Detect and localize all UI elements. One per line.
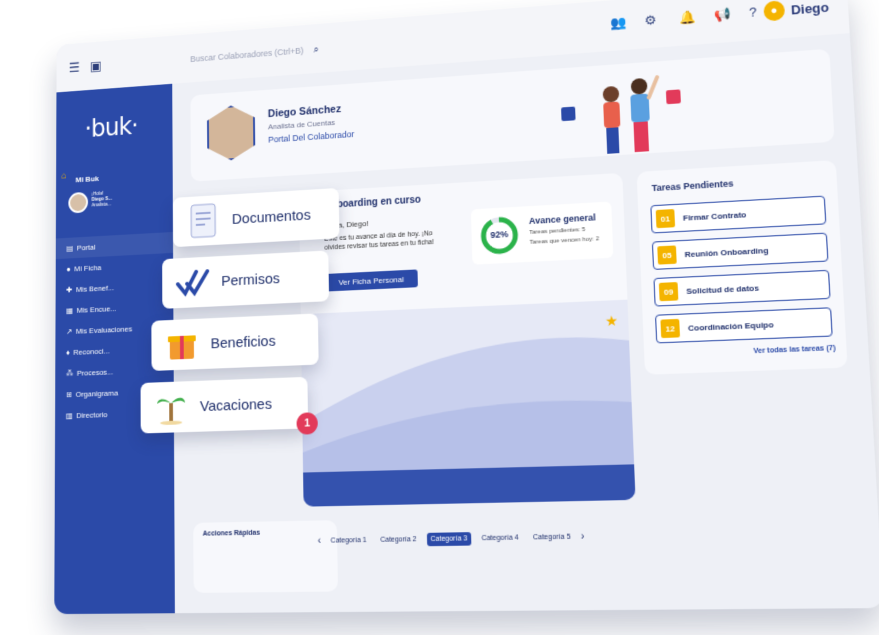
org-chart-icon: ⊞ [65,389,73,399]
gear-icon[interactable]: ⚙ [644,12,657,29]
shortcut-label: Beneficios [210,332,276,352]
category-tabs: ‹ Categoría 1 Categoría 2 Categoría 3 Ca… [318,530,585,548]
search-bar[interactable]: ⌕ [190,38,357,68]
shortcut-documentos[interactable]: Documentos [172,187,340,248]
person-icon: ● [66,264,71,274]
shortcut-label: Documentos [231,206,311,228]
avatar [68,191,89,214]
shortcut-label: Permisos [221,269,280,290]
chart-icon: ↗ [66,326,73,336]
chevron-left-icon[interactable]: ‹ [318,536,321,547]
dashboard-stage: ☰ ▣ ⌕ 👥 ⚙ 🔔 📢 ? ● Diego ·buk· ⌂ Mi Buk [54,0,879,615]
tab-category-3[interactable]: Categoría 3 [426,532,472,547]
view-profile-button[interactable]: Ver Ficha Personal [324,269,418,292]
progress-summary: 92% Avance general Tareas pendientes: 5 … [470,201,614,265]
portal-link[interactable]: Portal Del Colaborador [268,129,354,144]
onboarding-card: Onboarding en curso ¡Hola, Diego! Este e… [298,172,636,507]
greeting-body: Este es tu avance al día de hoy. ¡No olv… [324,230,435,252]
quick-actions-panel: Acciones Rápidas [193,520,339,593]
gift-icon: ✚ [66,285,73,294]
star-icon: ★ [604,312,619,330]
search-input[interactable] [190,45,310,64]
tab-category-4[interactable]: Categoría 4 [477,531,523,545]
sidebar-item-label: Mis Encue... [76,303,117,315]
shortcut-beneficios[interactable]: Beneficios [151,313,319,371]
sidebar-item-label: Organigrama [75,388,119,399]
directory-icon: ▥ [65,410,73,420]
trophy-icon: ♦ [66,347,70,357]
buk-logo[interactable]: ·buk· [85,112,138,143]
onboarding-banner [300,299,636,507]
task-item[interactable]: 09 Solicitud de datos [653,269,831,307]
survey-icon: ▦ [66,305,74,315]
palm-tree-icon [150,384,193,430]
task-label: Solicitud de datos [686,282,760,296]
task-item[interactable]: 05 Reunión Onboarding [651,232,829,270]
sidebar-item-label: Procesos... [76,367,114,378]
tasks-title: Tareas Pendientes [651,178,734,194]
megaphone-icon[interactable]: 📢 [714,6,731,23]
task-number: 05 [657,245,677,265]
shortcut-label: Vacaciones [199,395,273,415]
task-number: 12 [660,318,681,339]
sidebar-section-title[interactable]: Mi Buk [76,174,99,184]
sidebar-item-label: Reconoci... [73,346,110,357]
app-window: ☰ ▣ ⌕ 👥 ⚙ 🔔 📢 ? ● Diego ·buk· ⌂ Mi Buk [54,0,879,615]
sidebar-user-role: Analista... [91,201,112,209]
sidebar-item-label: Portal [76,242,96,252]
due-today-count: Tareas que vencen hoy: 2 [529,236,600,246]
progress-title: Avance general [528,212,596,226]
tab-category-5[interactable]: Categoría 5 [529,530,575,544]
checkmark-icon [171,259,214,305]
team-illustration [561,58,681,154]
portal-icon: ▤ [66,243,74,253]
shortcut-vacaciones[interactable]: Vacaciones [140,376,309,434]
task-item[interactable]: 12 Coordinación Equipo [655,307,833,344]
user-search-icon[interactable]: 👥 [610,15,627,32]
help-icon[interactable]: ? [749,4,757,19]
task-item[interactable]: 01 Firmar Contrato [650,195,827,234]
home-icon: ⌂ [61,170,67,182]
see-all-tasks-link[interactable]: Ver todas las tareas (7) [753,345,836,355]
bell-icon[interactable]: 🔔 [679,9,696,26]
quick-actions-title: Acciones Rápidas [202,529,261,538]
task-number: 09 [658,282,679,302]
search-icon[interactable]: ⌕ [313,44,318,55]
sidebar-item-label: Mis Evaluaciones [75,324,133,336]
sidebar-item-label: Mi Ficha [74,262,102,273]
pending-tasks-count: Tareas pendientes: 5 [529,226,586,236]
user-menu[interactable]: ● Diego [763,0,829,22]
profile-role: Analista de Cuentas [267,118,336,132]
task-label: Firmar Contrato [682,209,747,223]
gift-icon [161,321,204,367]
tab-category-1[interactable]: Categoría 1 [327,534,371,548]
tab-category-2[interactable]: Categoría 2 [376,533,421,547]
pending-tasks-panel: Tareas Pendientes 01 Firmar Contrato 05 … [636,160,848,375]
chevron-right-icon[interactable]: › [581,531,585,543]
menu-icon[interactable]: ☰ [69,60,80,76]
user-avatar-icon[interactable]: ● [763,0,786,22]
sidebar-item-label: Mis Benef... [75,283,114,294]
progress-percent: 92% [490,229,509,240]
task-number: 01 [655,209,676,229]
calendar-icon[interactable]: ▣ [90,58,102,74]
avatar [207,104,255,162]
document-icon [182,198,225,244]
sidebar-item-label: Directorio [76,409,108,420]
task-label: Coordinación Equipo [687,319,774,333]
task-label: Reunión Onboarding [684,245,769,259]
shortcut-permisos[interactable]: Permisos [162,250,330,309]
user-name[interactable]: Diego [790,0,829,17]
process-icon: ⁂ [66,368,74,378]
sidebar-user[interactable]: ¡Hola! Diego S... Analista... [68,190,112,214]
